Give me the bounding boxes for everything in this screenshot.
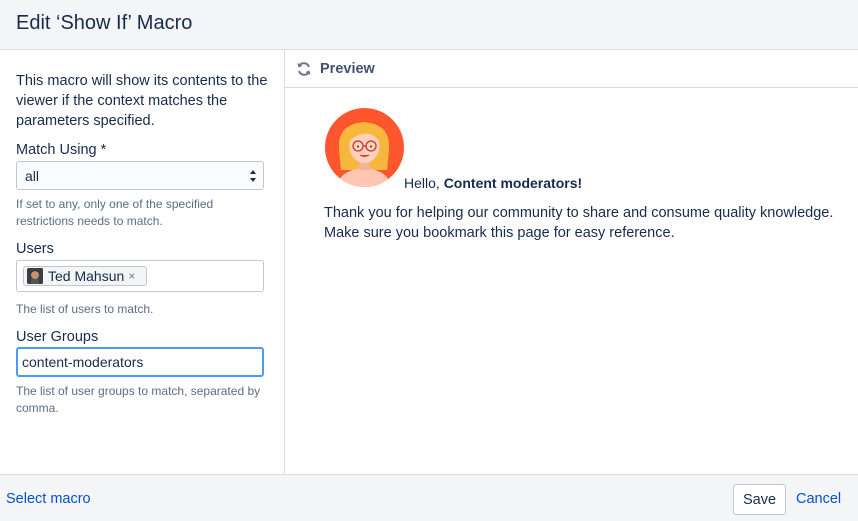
refresh-icon[interactable] — [296, 61, 312, 77]
macro-description: This macro will show its contents to the… — [16, 73, 268, 129]
dialog-footer: Select macro Save Cancel — [0, 474, 858, 521]
preview-header: Preview — [285, 50, 858, 88]
users-picker[interactable]: Ted Mahsun × — [16, 260, 264, 292]
users-help: The list of users to match. — [16, 302, 154, 316]
preview-group-name: Content moderators! — [443, 175, 583, 191]
dialog-header: Edit ‘Show If’ Macro — [0, 0, 858, 50]
preview-panel: Preview Hello, Content moderators! Thank… — [285, 50, 858, 474]
remove-user-icon[interactable]: × — [128, 269, 135, 283]
preview-greeting: Hello, Content moderators! — [404, 175, 583, 191]
match-using-select[interactable]: all — [16, 161, 264, 190]
user-groups-help: The list of user groups to match, separa… — [16, 384, 261, 415]
match-using-value: all — [25, 168, 40, 184]
preview-body-text: Thank you for helping our community to s… — [324, 205, 834, 241]
user-chip-name: Ted Mahsun — [48, 268, 125, 284]
match-using-label: Match Using * — [16, 142, 107, 158]
user-groups-input[interactable] — [16, 347, 264, 377]
user-chip[interactable]: Ted Mahsun × — [23, 266, 147, 286]
users-label: Users — [16, 241, 54, 257]
user-groups-label: User Groups — [16, 329, 99, 345]
user-avatar — [27, 268, 43, 284]
macro-parameters-panel: This macro will show its contents to the… — [0, 50, 285, 474]
user-avatar-illustration — [325, 108, 404, 187]
select-macro-link[interactable]: Select macro — [6, 491, 91, 507]
cancel-link[interactable]: Cancel — [796, 491, 841, 507]
select-arrows-icon — [250, 170, 256, 182]
dialog-title: Edit ‘Show If’ Macro — [16, 12, 193, 34]
preview-title: Preview — [320, 60, 375, 77]
match-using-help: If set to any, only one of the specified… — [16, 197, 214, 228]
save-button[interactable]: Save — [733, 484, 786, 515]
